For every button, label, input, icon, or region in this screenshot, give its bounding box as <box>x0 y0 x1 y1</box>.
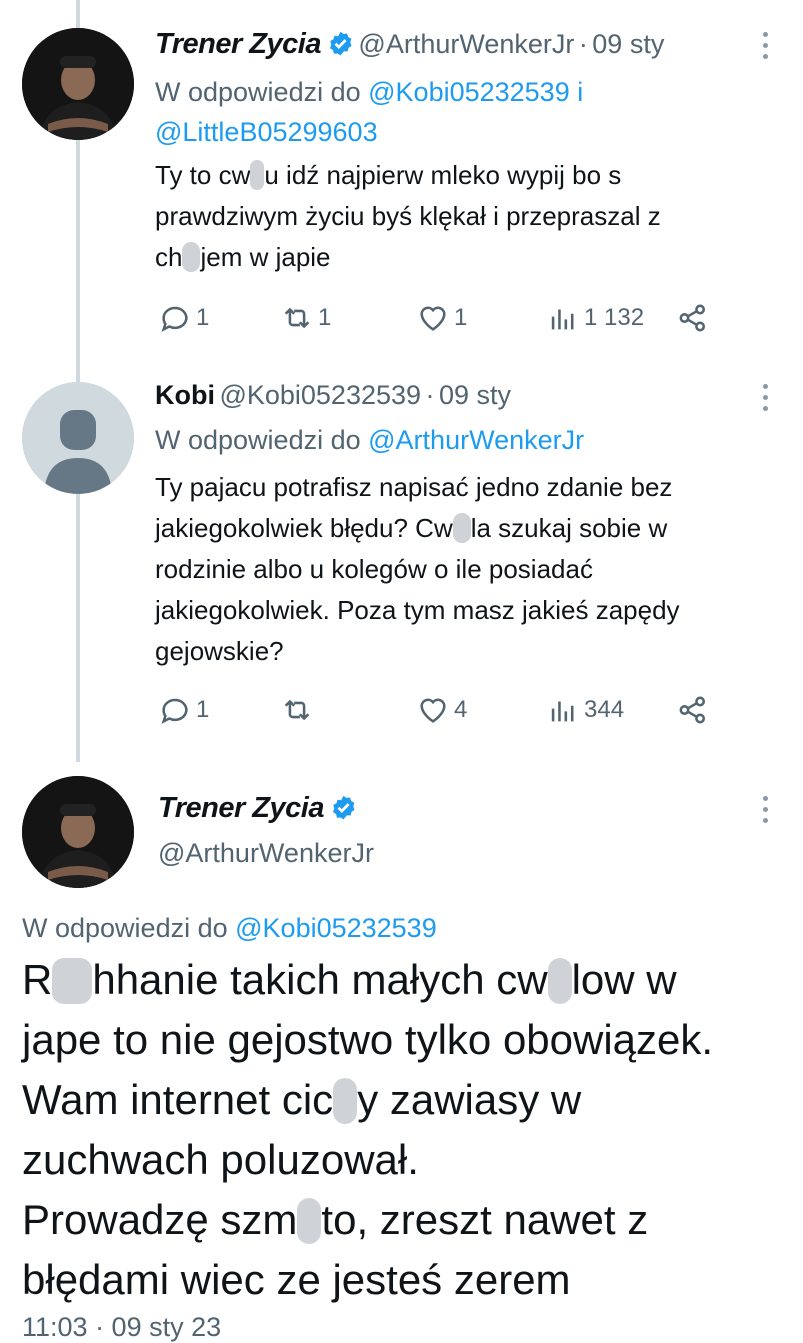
reply-count: 1 <box>196 304 210 331</box>
reply-context: W odpowiedzi do @Kobi05232539 i @LittleB… <box>155 72 583 152</box>
tweet-text: Ty pajacu potrafisz napisać jedno zdanie… <box>155 472 680 666</box>
censor-blur <box>333 1078 358 1124</box>
separator-dot: · <box>425 380 435 410</box>
tweet-date[interactable]: 09 sty <box>439 380 511 410</box>
retweet-button[interactable]: 1 <box>280 298 331 338</box>
mention-link[interactable]: @Kobi05232539 <box>368 77 570 107</box>
tweet-text: Rhhanie takich małych cw low w jape to ni… <box>22 956 714 1303</box>
censor-blur <box>182 242 201 272</box>
reply-icon <box>161 698 188 724</box>
censor-blur <box>452 513 471 543</box>
censor-blur <box>52 958 93 1004</box>
like-count: 4 <box>454 696 468 723</box>
separator-dot: · <box>578 29 588 59</box>
reply-prefix: W odpowiedzi do <box>22 913 228 943</box>
retweet-button[interactable] <box>280 690 318 730</box>
author-handle[interactable]: @Kobi05232539 <box>219 380 421 410</box>
mention-link[interactable]: @LittleB05299603 <box>155 117 378 147</box>
share-button[interactable] <box>676 690 710 730</box>
reply-button[interactable]: 1 <box>158 690 209 730</box>
tweet-actions: 1 1 1 1 132 <box>158 298 718 338</box>
share-icon <box>679 304 706 332</box>
default-avatar-icon <box>22 382 134 494</box>
tweet-text: Ty to cw u idź najpierw mleko wypij bo s … <box>155 160 661 272</box>
view-count: 344 <box>584 696 625 723</box>
retweet-icon <box>284 699 310 721</box>
retweet-count: 1 <box>318 304 332 331</box>
reply-button[interactable]: 1 <box>158 298 209 338</box>
like-count: 1 <box>454 304 468 331</box>
share-icon <box>679 696 706 724</box>
share-button[interactable] <box>676 298 710 338</box>
retweet-icon <box>284 307 310 329</box>
views-chart-icon <box>551 309 574 330</box>
reply-context: W odpowiedzi do @Kobi05232539 <box>22 908 437 948</box>
tweet-date[interactable]: 09 sty <box>592 29 664 59</box>
author-handle[interactable]: @ArthurWenkerJr <box>158 838 374 869</box>
author-name[interactable]: Trener Zycia <box>155 28 321 60</box>
more-options-icon[interactable] <box>760 32 770 59</box>
author-name[interactable]: Kobi <box>155 380 215 410</box>
censor-blur <box>297 1198 322 1244</box>
more-options-icon[interactable] <box>760 384 770 411</box>
heart-icon <box>420 698 446 723</box>
reply-context: W odpowiedzi do @ArthurWenkerJr <box>155 420 584 460</box>
censor-blur <box>250 160 265 190</box>
reply-icon <box>161 306 188 332</box>
more-options-icon[interactable] <box>760 796 770 823</box>
verified-badge-icon <box>332 795 355 820</box>
avatar-photo-icon <box>22 28 134 140</box>
like-button[interactable]: 4 <box>416 690 467 730</box>
avatar-photo-icon <box>22 776 134 888</box>
verified-badge-icon <box>329 31 352 56</box>
reply-prefix: W odpowiedzi do <box>155 425 361 455</box>
mention-link[interactable]: @ArthurWenkerJr <box>368 425 584 455</box>
heart-icon <box>420 306 446 331</box>
avatar[interactable] <box>22 28 134 140</box>
tweet-actions: 1 4 344 <box>158 690 718 730</box>
tweet-timestamp[interactable]: 11:03 · 09 sty 23 <box>22 1312 221 1343</box>
mention-connector: i <box>577 77 584 107</box>
author-name[interactable]: Trener Zycia <box>158 792 324 824</box>
views-chart-icon <box>551 701 574 722</box>
views-button[interactable]: 1 132 <box>546 298 644 338</box>
view-count: 1 132 <box>584 304 645 331</box>
avatar[interactable] <box>22 776 134 888</box>
reply-count: 1 <box>196 696 210 723</box>
mention-link[interactable]: @Kobi05232539 <box>235 913 437 943</box>
author-handle[interactable]: @ArthurWenkerJr <box>358 29 574 59</box>
views-button[interactable]: 344 <box>546 690 624 730</box>
like-button[interactable]: 1 <box>416 298 467 338</box>
avatar[interactable] <box>22 382 134 494</box>
reply-prefix: W odpowiedzi do <box>155 77 361 107</box>
censor-blur <box>547 958 572 1004</box>
